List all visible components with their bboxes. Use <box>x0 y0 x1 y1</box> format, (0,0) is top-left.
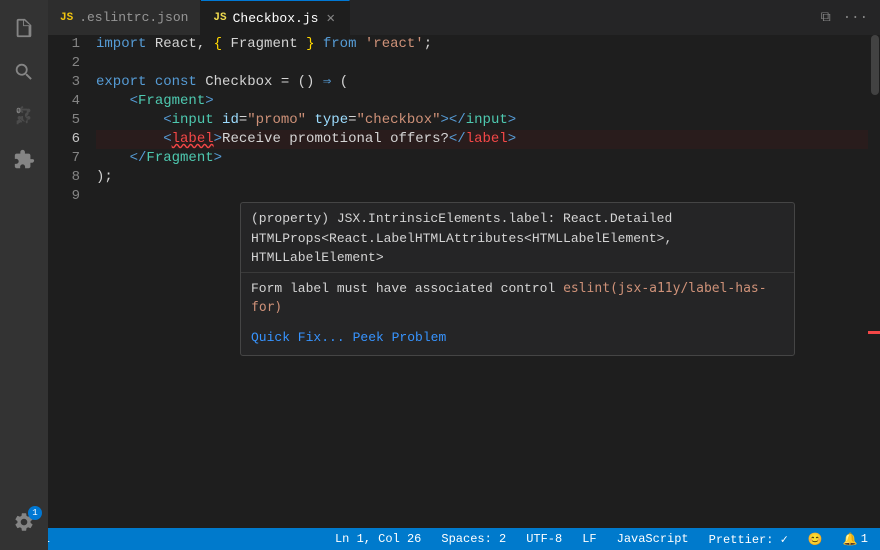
line-num-5: 5 <box>48 111 80 130</box>
code-line-6: <label>Receive promotional offers?</labe… <box>96 130 868 149</box>
code-line-8: ); <box>96 168 868 187</box>
explorer-icon[interactable] <box>4 8 44 48</box>
code-line-5: <input id="promo" type="checkbox"></inpu… <box>96 111 868 130</box>
line-num-7: 7 <box>48 149 80 168</box>
line-numbers: 1 2 3 4 5 6 7 8 9 <box>48 35 88 528</box>
line-num-1: 1 <box>48 35 80 54</box>
tab-checkbox[interactable]: JS Checkbox.js ✕ <box>201 0 349 35</box>
code-line-2 <box>96 54 868 73</box>
code-line-1: import React, { Fragment } from 'react'; <box>96 35 868 54</box>
tab-eslintrc[interactable]: JS .eslintrc.json <box>48 0 201 35</box>
tooltip-popup: (property) JSX.IntrinsicElements.label: … <box>240 202 795 356</box>
editor-area[interactable]: 1 2 3 4 5 6 7 8 9 import React, { Fragme… <box>48 35 868 528</box>
emoji-indicator[interactable]: 😊 <box>804 528 827 550</box>
peek-problem-link[interactable]: Peek Problem <box>353 328 447 347</box>
tooltip-error-text: Form label must have associated control <box>251 281 555 296</box>
split-editor-icon[interactable]: ⧉ <box>817 6 835 30</box>
line-num-6: 6 <box>48 130 80 149</box>
tab-bar: JS .eslintrc.json JS Checkbox.js ✕ ⧉ ··· <box>48 0 880 35</box>
activity-bar: 1 <box>0 0 48 550</box>
code-editor[interactable]: import React, { Fragment } from 'react';… <box>88 35 868 528</box>
scrollbar-error-mark <box>868 331 880 334</box>
search-icon[interactable] <box>4 52 44 92</box>
code-line-7: </Fragment> <box>96 149 868 168</box>
tooltip-header-line1: (property) JSX.IntrinsicElements.label: … <box>251 209 784 229</box>
tab-icon-json: JS <box>60 12 73 24</box>
settings-badge: 1 <box>28 506 42 520</box>
language-indicator[interactable]: JavaScript <box>613 528 693 550</box>
encoding-indicator[interactable]: UTF-8 <box>522 528 566 550</box>
eol-indicator[interactable]: LF <box>578 528 600 550</box>
tooltip-body: Form label must have associated control … <box>241 273 794 326</box>
emoji-icon: 😊 <box>808 532 823 547</box>
notification-count: 1 <box>861 532 868 546</box>
code-line-4: <Fragment> <box>96 92 868 111</box>
settings-icon[interactable]: 1 <box>4 502 44 542</box>
formatter-indicator[interactable]: Prettier: ✓ <box>705 528 792 550</box>
scrollbar[interactable] <box>868 35 880 528</box>
quick-fix-link[interactable]: Quick Fix... <box>251 328 345 347</box>
line-num-2: 2 <box>48 54 80 73</box>
tab-actions: ⧉ ··· <box>817 0 880 35</box>
line-num-9: 9 <box>48 187 80 206</box>
tab-icon-js: JS <box>213 12 226 24</box>
source-control-icon[interactable] <box>4 96 44 136</box>
encoding-text: UTF-8 <box>526 532 562 546</box>
tab-label-checkbox: Checkbox.js <box>233 11 319 26</box>
language-text: JavaScript <box>617 532 689 546</box>
cursor-position[interactable]: Ln 1, Col 26 <box>331 528 425 550</box>
bell-icon: 🔔 <box>843 532 858 547</box>
tooltip-header: (property) JSX.IntrinsicElements.label: … <box>241 203 794 273</box>
spaces-indicator[interactable]: Spaces: 2 <box>437 528 510 550</box>
line-num-4: 4 <box>48 92 80 111</box>
more-actions-icon[interactable]: ··· <box>839 6 872 30</box>
spaces-text: Spaces: 2 <box>441 532 506 546</box>
tooltip-header-line2: HTMLProps<React.LabelHTMLAttributes<HTML… <box>251 229 784 249</box>
status-bar: ⊗ 1 ⚠ 1 Ln 1, Col 26 Spaces: 2 UTF-8 LF … <box>0 528 880 550</box>
formatter-text: Prettier: ✓ <box>709 532 788 547</box>
cursor-text: Ln 1, Col 26 <box>335 532 421 546</box>
line-num-8: 8 <box>48 168 80 187</box>
notification-indicator[interactable]: 🔔 1 <box>839 528 872 550</box>
tab-label-eslintrc: .eslintrc.json <box>79 10 188 25</box>
status-right: Ln 1, Col 26 Spaces: 2 UTF-8 LF JavaScri… <box>331 528 872 550</box>
code-line-3: export const Checkbox = () ⇒ ( <box>96 73 868 92</box>
extensions-icon[interactable] <box>4 140 44 180</box>
tooltip-actions: Quick Fix... Peek Problem <box>241 326 794 355</box>
tooltip-header-line3: HTMLLabelElement> <box>251 248 784 268</box>
tab-close-button[interactable]: ✕ <box>324 9 336 28</box>
eol-text: LF <box>582 532 596 546</box>
line-num-3: 3 <box>48 73 80 92</box>
scrollbar-thumb[interactable] <box>871 35 879 95</box>
